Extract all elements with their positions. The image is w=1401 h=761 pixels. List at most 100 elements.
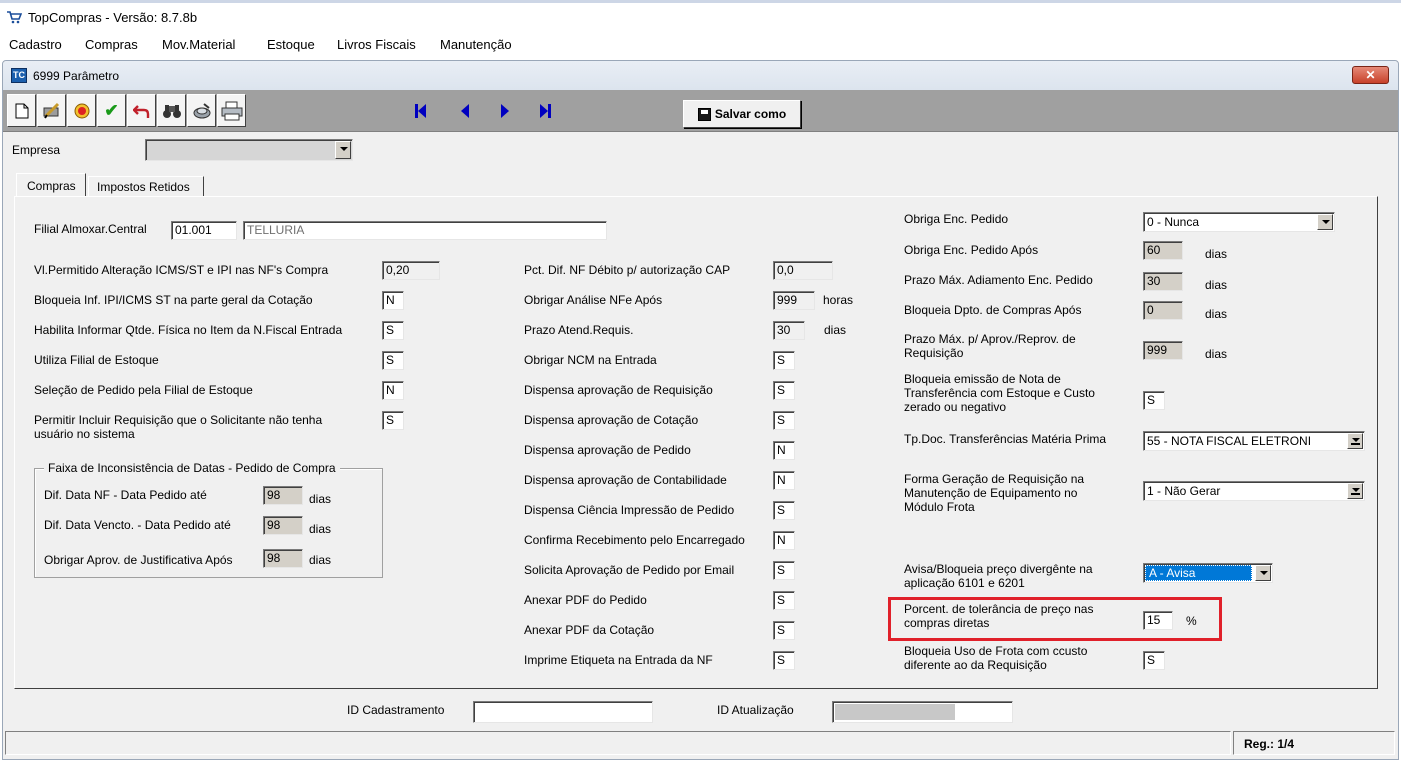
new-document-icon[interactable] (7, 94, 36, 127)
app-title: TopCompras - Versão: 8.7.8b (28, 10, 198, 25)
chevron-down-icon[interactable] (1347, 483, 1363, 499)
id-cad-label: ID Cadastramento (347, 703, 445, 717)
menu-manutencao[interactable]: Manutenção (440, 38, 512, 52)
left-field-input[interactable]: N (382, 381, 404, 400)
left-field-input[interactable]: N (382, 291, 404, 310)
bloqueia-nota-input[interactable]: S (1143, 391, 1165, 410)
middle-field-input[interactable]: 30 (773, 321, 805, 340)
middle-field-label: Pct. Dif. NF Débito p/ autorização CAP (524, 263, 731, 277)
delete-icon[interactable] (67, 94, 96, 127)
middle-field-input[interactable]: S (773, 411, 795, 430)
bloqueia-frota-label: Bloqueia Uso de Frota com ccusto diferen… (904, 644, 1088, 672)
group-title: Faixa de Inconsistência de Datas - Pedid… (44, 461, 340, 475)
bloqueia-frota-input[interactable]: S (1143, 651, 1165, 670)
middle-field-input[interactable]: S (773, 351, 795, 370)
group-row-label: Obrigar Aprov. de Justificativa Após (44, 553, 233, 567)
middle-field-label: Prazo Atend.Requis. (524, 323, 634, 337)
chevron-down-icon[interactable] (1317, 214, 1333, 230)
obriga-enc-apos-input[interactable]: 60 (1143, 241, 1183, 260)
tab-compras[interactable]: Compras (16, 173, 86, 197)
chevron-down-icon[interactable] (1255, 565, 1271, 581)
save-as-label: Salvar como (714, 107, 787, 121)
middle-field-input[interactable]: N (773, 531, 795, 550)
avisa-select[interactable]: A - Avisa (1143, 563, 1273, 583)
bloqueia-dpto-input[interactable]: 0 (1143, 301, 1183, 320)
id-atu-value (835, 704, 955, 720)
group-row-unit: dias (309, 492, 332, 506)
filial-code-input[interactable]: 01.001 (171, 221, 237, 240)
save-as-button[interactable]: Salvar como (683, 100, 801, 128)
tool-icon[interactable] (187, 94, 216, 127)
group-row-input[interactable]: 98 (263, 486, 303, 505)
middle-field-input[interactable]: S (773, 381, 795, 400)
middle-field-input[interactable]: S (773, 561, 795, 580)
avisa-label: Avisa/Bloqueia preço divergênte na aplic… (904, 562, 1093, 590)
left-field-input[interactable]: S (382, 321, 404, 340)
menu-bar: Cadastro Compras Mov.Material Estoque Li… (0, 33, 1401, 57)
last-record-icon[interactable] (530, 96, 560, 126)
id-cad-input (473, 701, 653, 723)
middle-field-input[interactable]: S (773, 621, 795, 640)
middle-field-label: Dispensa aprovação de Requisição (524, 383, 713, 397)
middle-field-label: Dispensa aprovação de Pedido (524, 443, 691, 457)
middle-field-input[interactable]: S (773, 591, 795, 610)
prazo-adiamento-unit: dias (1205, 278, 1228, 292)
middle-field-label: Confirma Recebimento pelo Encarregado (524, 533, 745, 547)
middle-field-input[interactable]: 0,0 (773, 261, 833, 280)
empresa-select[interactable] (145, 139, 353, 161)
obriga-enc-apos-label: Obriga Enc. Pedido Após (904, 243, 1039, 257)
middle-field-input[interactable]: S (773, 501, 795, 520)
floppy-icon (697, 107, 711, 121)
left-field-label: Bloqueia Inf. IPI/ICMS ST na parte geral… (34, 293, 313, 307)
group-row-input[interactable]: 98 (263, 549, 303, 568)
tab-impostos-retidos[interactable]: Impostos Retidos (88, 176, 204, 197)
chevron-down-icon[interactable] (335, 141, 351, 159)
group-row-unit: dias (309, 522, 332, 536)
undo-icon[interactable] (127, 94, 156, 127)
child-titlebar: TC 6999 Parâmetro ✕ (3, 61, 1398, 90)
forma-geracao-select[interactable]: 1 - Não Gerar (1143, 481, 1365, 501)
forma-geracao-label: Forma Geração de Requisição na Manutençã… (904, 472, 1085, 514)
left-field-input[interactable]: S (382, 351, 404, 370)
menu-estoque[interactable]: Estoque (267, 38, 315, 52)
prazo-adiamento-input[interactable]: 30 (1143, 272, 1183, 291)
left-field-input[interactable]: 0,20 (382, 261, 440, 280)
window-title: 6999 Parâmetro (33, 69, 120, 83)
left-field-label: Vl.Permitido Alteração ICMS/ST e IPI nas… (34, 263, 329, 277)
middle-field-label: Imprime Etiqueta na Entrada da NF (524, 653, 713, 667)
close-icon[interactable]: ✕ (1352, 66, 1389, 84)
next-record-icon[interactable] (490, 96, 520, 126)
group-row-input[interactable]: 98 (263, 516, 303, 535)
status-bar: Reg.: 1/4 (5, 731, 1397, 757)
left-field-input[interactable]: S (382, 411, 404, 430)
middle-field-label: Solicita Aprovação de Pedido por Email (524, 563, 735, 577)
previous-record-icon[interactable] (450, 96, 480, 126)
empresa-label: Empresa (12, 143, 61, 157)
window-app-icon: TC (11, 68, 27, 83)
middle-field-label: Obrigar NCM na Entrada (524, 353, 657, 367)
search-icon[interactable] (157, 94, 186, 127)
first-record-icon[interactable] (405, 96, 435, 126)
menu-cadastro[interactable]: Cadastro (9, 38, 62, 52)
id-atu-label: ID Atualização (717, 703, 794, 717)
edit-icon[interactable] (37, 94, 66, 127)
menu-mov-material[interactable]: Mov.Material (162, 38, 235, 52)
confirm-icon[interactable]: ✔ (97, 94, 126, 127)
tp-doc-select[interactable]: 55 - NOTA FISCAL ELETRONI (1143, 431, 1365, 451)
bloqueia-nota-label: Bloqueia emissão de Nota de Transferênci… (904, 372, 1095, 414)
menu-livros-fiscais[interactable]: Livros Fiscais (337, 38, 416, 52)
obriga-enc-select[interactable]: 0 - Nunca (1143, 212, 1335, 232)
menu-compras[interactable]: Compras (85, 38, 138, 52)
print-icon[interactable] (217, 94, 246, 127)
middle-field-input[interactable]: N (773, 441, 795, 460)
obriga-enc-label: Obriga Enc. Pedido (904, 212, 1009, 226)
middle-field-input[interactable]: N (773, 471, 795, 490)
middle-field-input[interactable]: 999 (773, 291, 815, 310)
middle-field-input[interactable]: S (773, 651, 795, 670)
cart-icon (6, 10, 23, 24)
chevron-down-icon[interactable] (1347, 433, 1363, 449)
porcent-input[interactable]: 15 (1143, 611, 1173, 630)
status-panel (5, 731, 1231, 755)
tp-doc-label: Tp.Doc. Transferências Matéria Prima (904, 432, 1107, 446)
prazo-aprov-input[interactable]: 999 (1143, 341, 1183, 360)
